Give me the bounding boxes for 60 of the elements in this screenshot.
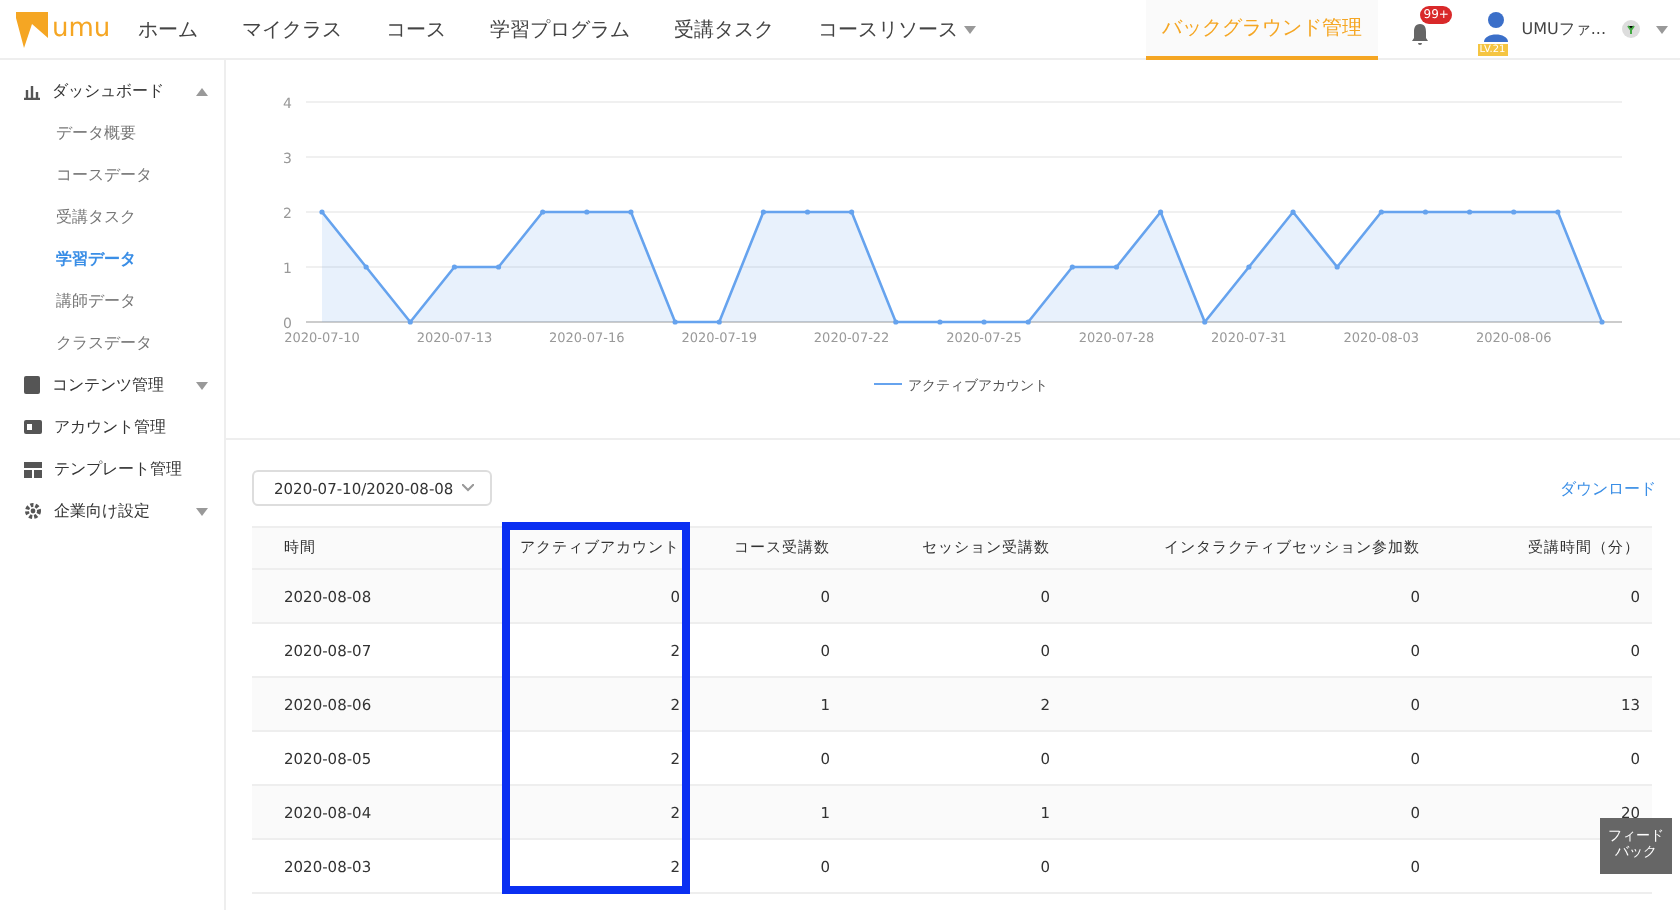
data-point bbox=[893, 319, 899, 325]
sidebar-item[interactable]: コンテンツ管理 bbox=[0, 364, 224, 406]
caret-icon bbox=[1656, 25, 1668, 33]
sidebar-item[interactable]: テンプレート管理 bbox=[0, 448, 224, 490]
data-point bbox=[1511, 209, 1517, 215]
data-point bbox=[672, 319, 678, 325]
sidebar-subitem[interactable]: 講師データ bbox=[0, 280, 224, 322]
nav-link[interactable]: 学習プログラム bbox=[490, 15, 631, 43]
data-point bbox=[628, 209, 634, 215]
data-point bbox=[1113, 264, 1120, 270]
sidebar-subitem[interactable]: クラスデータ bbox=[0, 322, 224, 364]
data-point bbox=[1246, 264, 1252, 270]
nav-link[interactable]: コース bbox=[386, 15, 447, 43]
data-point bbox=[495, 264, 502, 270]
data-point bbox=[849, 209, 855, 215]
data-point bbox=[1422, 209, 1429, 215]
sidebar-subitem[interactable]: データ概要 bbox=[0, 112, 224, 154]
nav-link[interactable]: マイクラス bbox=[242, 15, 343, 43]
logo-icon bbox=[16, 11, 48, 47]
data-point bbox=[363, 264, 369, 270]
data-point bbox=[1378, 209, 1384, 215]
data-point bbox=[1158, 209, 1164, 215]
data-point bbox=[584, 209, 590, 215]
legend-line-icon bbox=[873, 383, 903, 385]
data-point bbox=[1334, 264, 1340, 270]
bell-icon[interactable] bbox=[1409, 21, 1430, 45]
data-point bbox=[937, 319, 943, 325]
chevron-icon bbox=[462, 484, 474, 492]
data-point bbox=[1069, 264, 1075, 270]
download-link[interactable]: ダウンロード bbox=[1560, 477, 1656, 499]
sidebar-item[interactable]: アカウント管理 bbox=[0, 406, 224, 448]
nav-link[interactable]: 受講タスク bbox=[674, 15, 775, 43]
data-point bbox=[760, 209, 766, 215]
nav-link[interactable]: コースリソース bbox=[818, 15, 977, 43]
data-point bbox=[804, 209, 811, 215]
data-point bbox=[451, 264, 457, 270]
data-point bbox=[540, 209, 546, 215]
data-point bbox=[1599, 319, 1605, 325]
gear-icon bbox=[24, 502, 42, 520]
document-icon bbox=[24, 376, 40, 394]
id-card-icon bbox=[24, 420, 42, 434]
data-point bbox=[981, 319, 987, 325]
sidebar-item[interactable]: ダッシュボード bbox=[0, 70, 224, 112]
data-point bbox=[1025, 319, 1031, 325]
data-point bbox=[716, 319, 722, 325]
bar-chart-icon bbox=[24, 83, 40, 99]
sidebar-item[interactable]: 企業向け設定 bbox=[0, 490, 224, 532]
data-point bbox=[1290, 209, 1296, 215]
data-point bbox=[1202, 319, 1208, 325]
data-point bbox=[1467, 209, 1473, 215]
logo-text: umu bbox=[52, 14, 111, 44]
sidebar-subitem[interactable]: 受講タスク bbox=[0, 196, 224, 238]
user-name[interactable]: UMUファ... bbox=[1521, 18, 1606, 40]
template-icon bbox=[24, 461, 42, 477]
data-point bbox=[1555, 209, 1561, 215]
avatar-icon[interactable] bbox=[1481, 9, 1510, 41]
data-point bbox=[407, 319, 413, 325]
data-point bbox=[319, 209, 325, 215]
sidebar-subitem[interactable]: コースデータ bbox=[0, 154, 224, 196]
nav-link[interactable]: ホーム bbox=[138, 15, 199, 43]
